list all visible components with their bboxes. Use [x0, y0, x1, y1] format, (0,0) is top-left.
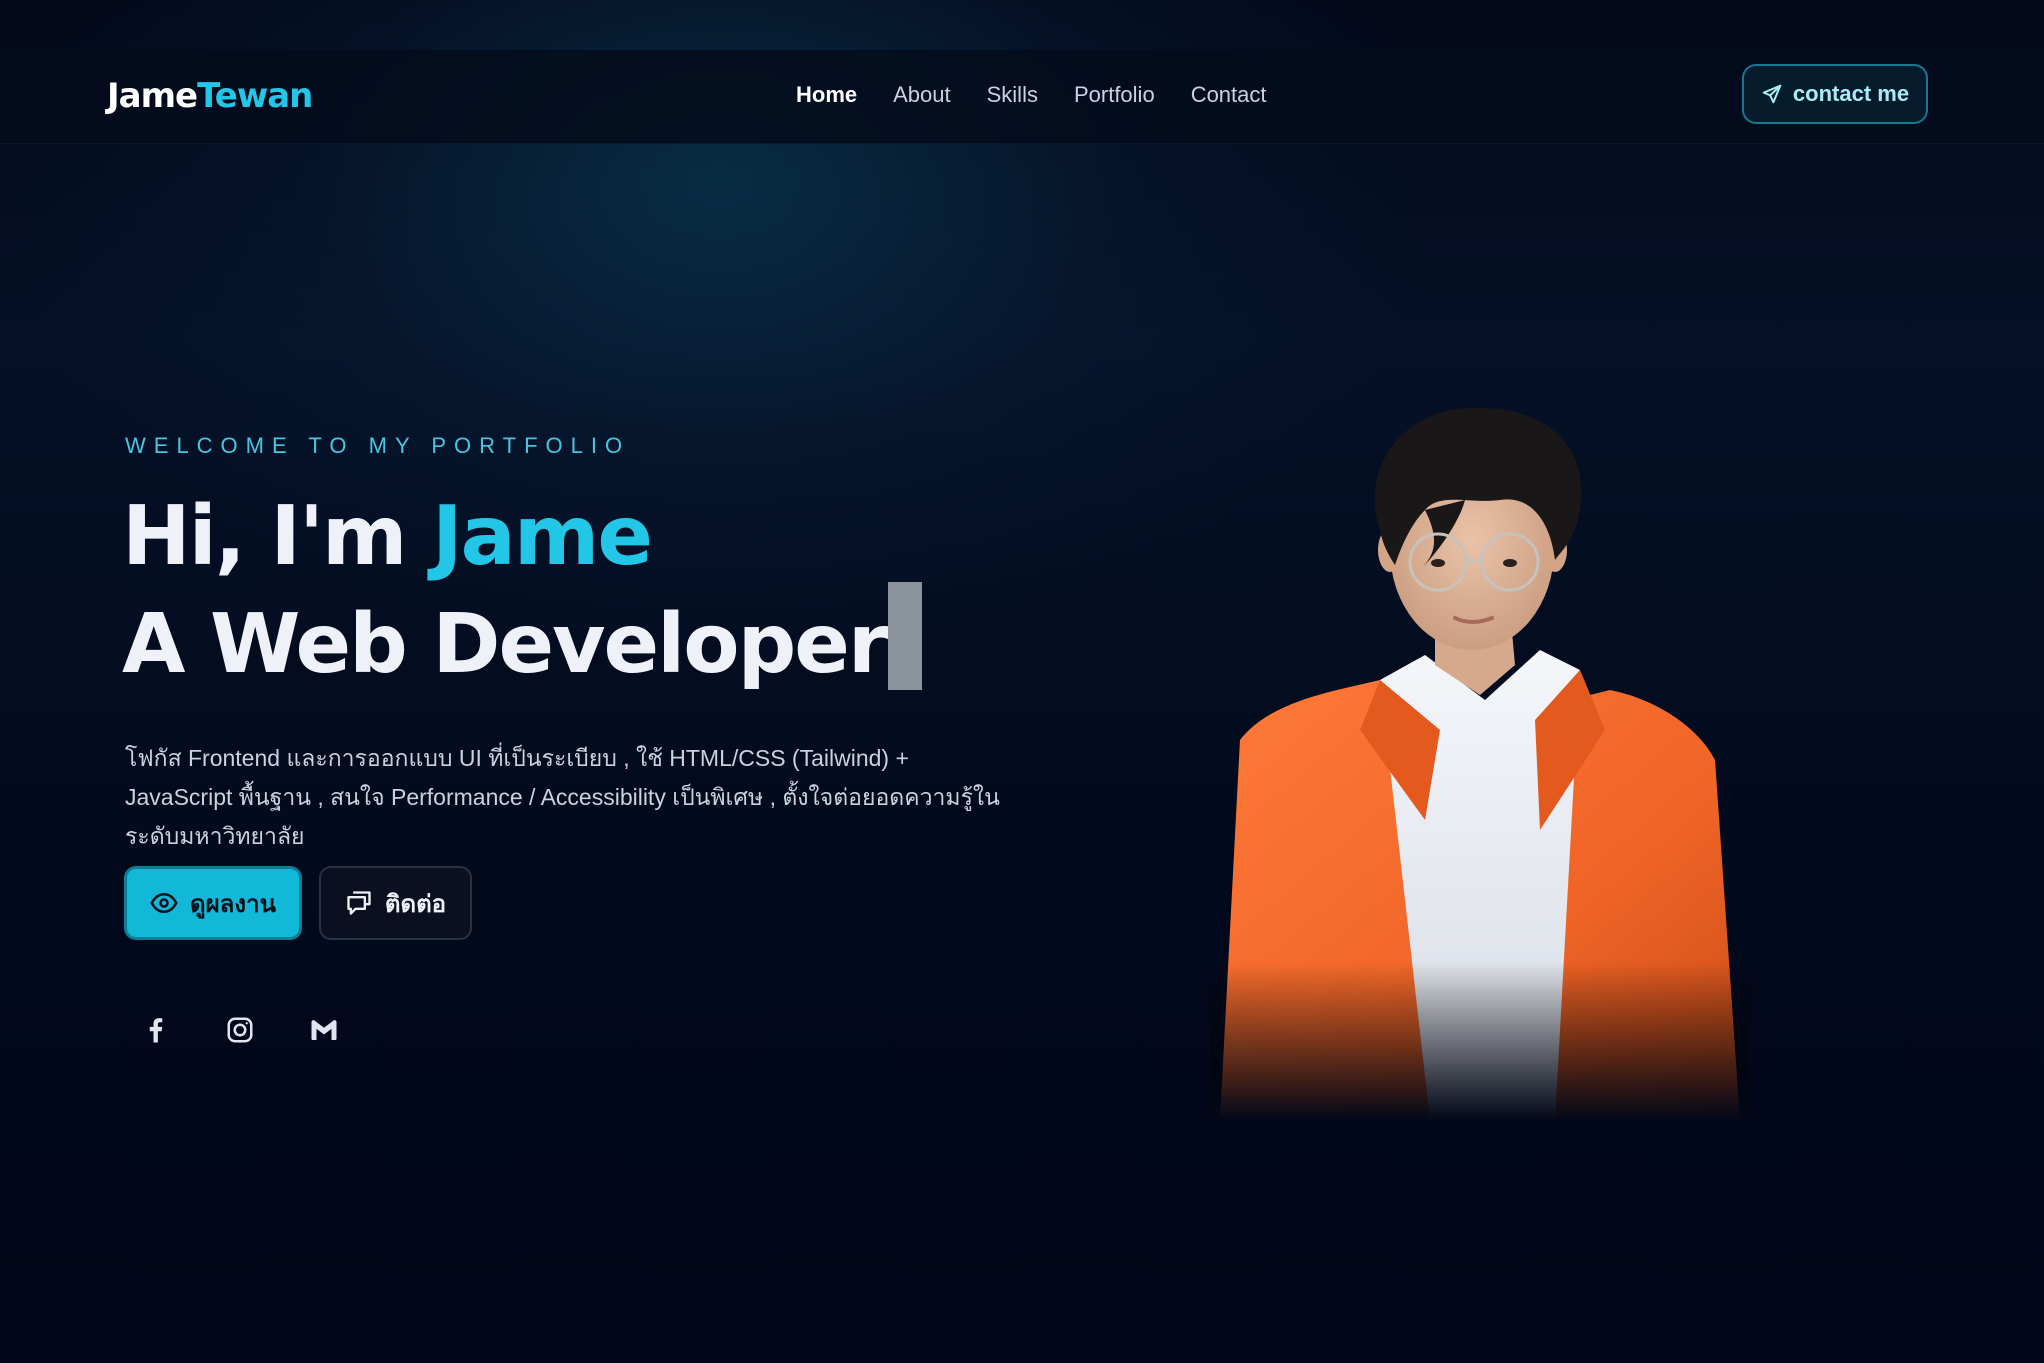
instagram-icon	[227, 1017, 253, 1043]
hero-description: โฟกัส Frontend และการออกแบบ UI ที่เป็นระ…	[125, 745, 1000, 849]
send-icon	[1762, 84, 1782, 104]
hero-heading: Hi, I'm Jame A Web Developer	[122, 492, 923, 692]
nav-home[interactable]: Home	[796, 82, 857, 108]
gmail-link[interactable]	[308, 1014, 340, 1046]
nav-about[interactable]: About	[893, 82, 951, 108]
nav-portfolio[interactable]: Portfolio	[1074, 82, 1155, 108]
site-header: JameTewan Home About Skills Portfolio Co…	[0, 50, 2044, 144]
hero-role: A Web Developer	[122, 597, 888, 692]
facebook-link[interactable]	[140, 1014, 172, 1046]
hero-eyebrow: WELCOME TO MY PORTFOLIO	[125, 433, 631, 458]
chat-icon	[347, 891, 371, 915]
view-portfolio-label: ดูผลงาน	[190, 890, 276, 918]
contact-me-button[interactable]: contact me	[1742, 64, 1928, 124]
nav-skills[interactable]: Skills	[987, 82, 1038, 108]
facebook-icon	[149, 1018, 163, 1043]
site-logo[interactable]: JameTewan	[107, 76, 313, 116]
view-portfolio-button[interactable]: ดูผลงาน	[124, 866, 302, 940]
instagram-link[interactable]	[224, 1014, 256, 1046]
social-links	[140, 1014, 340, 1046]
profile-photo	[1210, 400, 1750, 1120]
hero-greeting: Hi, I'm	[122, 489, 433, 584]
logo-part-2: Tewan	[197, 76, 313, 116]
hero-heading-line-2: A Web Developer	[122, 582, 923, 692]
eye-icon	[150, 892, 178, 914]
logo-part-1: Jame	[107, 76, 198, 116]
main-nav: Home About Skills Portfolio Contact	[796, 82, 1303, 108]
contact-label: ติดต่อ	[384, 890, 447, 918]
gmail-icon	[311, 1020, 337, 1040]
typing-cursor	[888, 582, 923, 690]
nav-contact[interactable]: Contact	[1191, 82, 1267, 108]
contact-me-label: contact me	[1792, 81, 1910, 106]
hero-heading-line-1: Hi, I'm Jame	[122, 492, 922, 582]
hero-name: Jame	[432, 489, 653, 584]
contact-button[interactable]: ติดต่อ	[319, 866, 472, 940]
